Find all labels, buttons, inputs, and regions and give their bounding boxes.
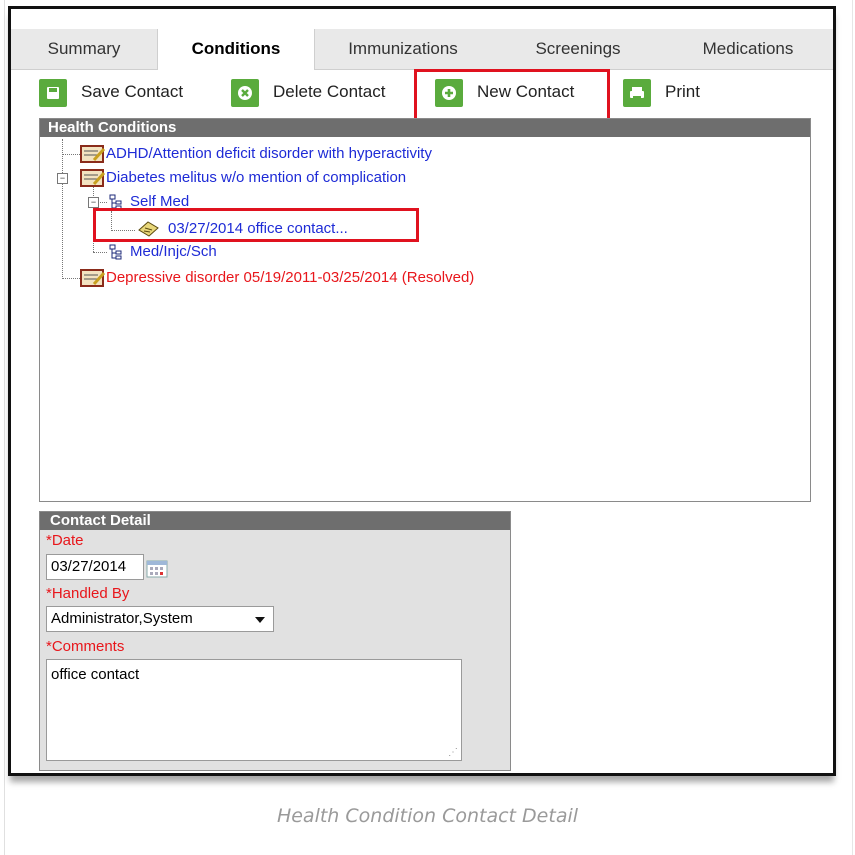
tab-immunizations[interactable]: Immunizations [313,29,493,69]
collapse-toggle[interactable]: − [88,197,99,208]
date-label: *Date [46,532,84,549]
tab-summary[interactable]: Summary [11,29,157,69]
comments-textarea[interactable]: office contact ⋰ [46,659,462,761]
tab-conditions[interactable]: Conditions [157,29,315,70]
chevron-down-icon [255,617,265,623]
top-strip [11,9,833,29]
handled-by-select[interactable]: Administrator,System [46,606,274,632]
resolved-condition-item[interactable]: Depressive disorder 05/19/2011-03/25/201… [106,269,474,287]
contact-detail-panel: Contact Detail *Date 03/27/2014 *Handled… [39,511,511,771]
print-label: Print [665,82,700,101]
print-button[interactable]: Print [623,79,723,113]
delete-icon [231,79,259,107]
calendar-icon[interactable] [146,558,168,578]
save-contact-button[interactable]: Save Contact [39,79,209,113]
highlight-contact-entry [93,208,419,242]
comments-label: *Comments [46,638,125,655]
printer-icon [623,79,651,107]
condition-item[interactable]: ADHD/Attention deficit disorder with hyp… [106,145,432,163]
tab-screenings[interactable]: Screenings [493,29,663,69]
tree-connector [93,252,107,253]
resize-handle-icon[interactable]: ⋰ [448,747,458,758]
condition-group-item[interactable]: Med/Injc/Sch [130,243,217,261]
tree-connector [62,154,80,155]
health-conditions-panel: Health Conditions − − ADHD/Attention def… [39,118,811,502]
contact-detail-header: Contact Detail [40,512,510,530]
screenshot-window: Summary Conditions Immunizations Screeni… [8,6,836,776]
save-contact-label: Save Contact [81,82,184,101]
delete-contact-label: Delete Contact [273,82,386,101]
condition-record-icon [80,145,106,163]
date-field[interactable]: 03/27/2014 [46,554,144,580]
condition-record-icon [80,269,106,287]
tree-connector [62,278,80,279]
condition-record-icon [80,169,106,187]
hierarchy-icon [108,243,124,261]
handled-by-label: *Handled By [46,585,130,602]
handled-by-value: Administrator,System [51,610,193,627]
delete-contact-button[interactable]: Delete Contact [231,79,411,113]
tree-connector [62,139,63,277]
figure-caption: Health Condition Contact Detail [276,805,579,827]
save-icon [39,79,67,107]
comments-value: office contact [51,666,140,683]
condition-item[interactable]: Diabetes melitus w/o mention of complica… [106,169,406,187]
tab-bar: Summary Conditions Immunizations Screeni… [11,29,833,70]
collapse-toggle[interactable]: − [57,173,68,184]
highlight-new-contact [414,69,610,122]
health-conditions-header: Health Conditions [40,119,810,137]
tab-medications[interactable]: Medications [663,29,833,69]
